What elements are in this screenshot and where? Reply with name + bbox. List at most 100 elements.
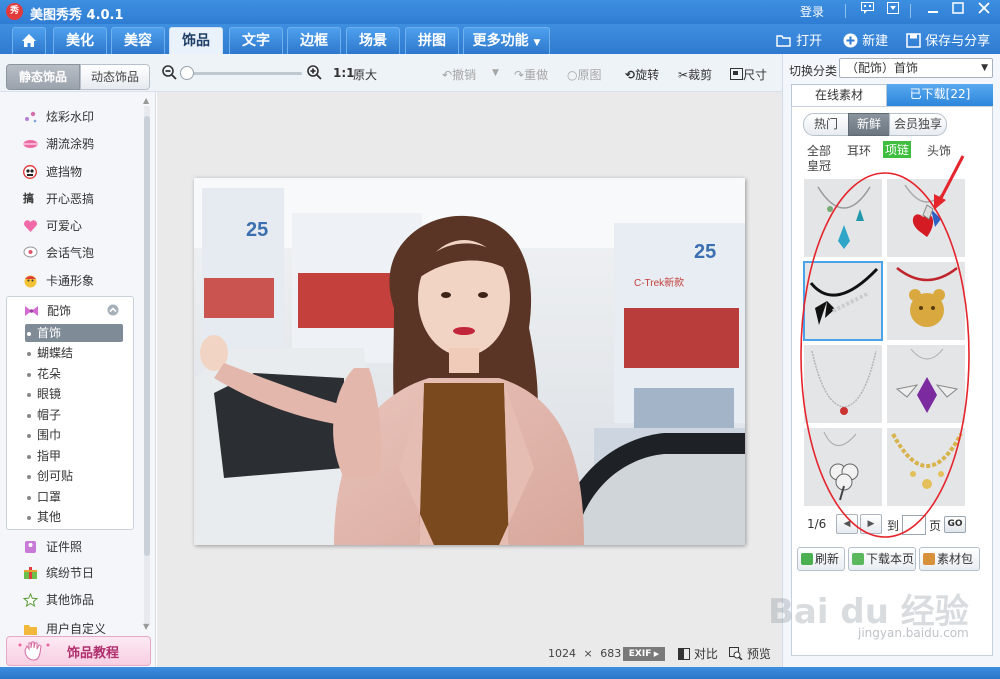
grid-item-pendant-gold-bear[interactable] — [886, 261, 966, 341]
crop-button[interactable]: ✂裁剪 — [678, 66, 712, 83]
preview-label: 预览 — [746, 647, 771, 661]
resize-button[interactable]: 尺寸 — [730, 66, 767, 83]
grid-item-necklace-gold-ornate[interactable] — [886, 427, 966, 507]
original-size-button[interactable]: 原大 — [353, 66, 377, 83]
accessory-tutorial-button[interactable]: 饰品教程 — [6, 636, 151, 666]
dynamic-accessories-toggle[interactable]: 动态饰品 — [80, 64, 150, 90]
category-label: 会话气泡 — [46, 246, 95, 260]
minimize-icon[interactable] — [922, 1, 944, 21]
go-button[interactable]: GO — [944, 516, 966, 533]
resize-icon — [730, 68, 743, 82]
page-number-input[interactable] — [902, 515, 926, 535]
subcategory-hats[interactable]: 帽子 — [27, 406, 61, 424]
open-button[interactable]: 打开 — [776, 30, 822, 49]
home-icon — [21, 34, 37, 52]
tab-online-materials[interactable]: 在线素材 — [791, 84, 887, 106]
undo-history-dropdown-icon[interactable]: ▼ — [492, 68, 499, 78]
subcategory-bandages[interactable]: 创可贴 — [27, 467, 73, 485]
new-button[interactable]: 新建 — [843, 30, 888, 49]
bow-icon — [24, 304, 39, 318]
next-page-button[interactable]: ▶ — [860, 514, 882, 534]
edited-photo[interactable]: 25 25 C-Trek新款 — [194, 178, 745, 545]
zoom-out-icon[interactable] — [162, 65, 177, 83]
exif-button[interactable]: EXIF ▶ — [623, 647, 665, 661]
subcategory-glasses[interactable]: 眼镜 — [27, 385, 61, 403]
subcategory-masks[interactable]: 口罩 — [27, 488, 61, 506]
scroll-down-arrow-icon[interactable]: ▼ — [143, 622, 149, 631]
collapse-up-icon[interactable] — [107, 304, 119, 319]
category-select[interactable]: （配饰）首饰 ▼ — [839, 58, 993, 78]
tab-frame[interactable]: 边框 — [287, 27, 341, 54]
preview-button[interactable]: 预览 — [729, 645, 771, 662]
chip-hot[interactable]: 热门 — [803, 113, 849, 136]
redo-button[interactable]: ↷重做 — [514, 66, 548, 83]
chip-members-only[interactable]: 会员独享 — [889, 113, 947, 136]
grid-item-necklace-black-bow[interactable] — [803, 261, 883, 341]
star-icon — [22, 592, 39, 608]
home-tab[interactable] — [12, 27, 46, 54]
category-select-value: （配饰）首饰 — [846, 61, 919, 75]
grid-item-necklace-blue-gems[interactable] — [803, 178, 883, 258]
refresh-button[interactable]: 刷新 — [797, 547, 845, 571]
tab-collage[interactable]: 拼图 — [405, 27, 459, 54]
chip-fresh[interactable]: 新鲜 — [848, 113, 890, 136]
tab-scene[interactable]: 场景 — [346, 27, 400, 54]
rotate-icon: ⟲ — [625, 68, 636, 82]
zoom-1to1-label[interactable]: 1:1 — [333, 66, 355, 80]
tab-beautify[interactable]: 美化 — [53, 27, 107, 54]
grid-item-necklace-red-heart-pendant[interactable] — [886, 178, 966, 258]
original-image-button[interactable]: ○原图 — [567, 66, 602, 83]
subcategory-other[interactable]: 其他 — [27, 508, 61, 526]
feedback-icon[interactable] — [856, 1, 878, 21]
subcategory-flowers[interactable]: 花朵 — [27, 365, 61, 383]
subcategory-jewelry[interactable]: 首饰 — [25, 324, 123, 342]
gift-icon — [23, 566, 38, 580]
zoom-in-icon[interactable] — [307, 65, 322, 83]
sparkle-icon — [23, 110, 38, 124]
tab-accessories[interactable]: 饰品 — [169, 27, 223, 54]
prev-page-button[interactable]: ◀ — [836, 514, 858, 534]
download-page-button[interactable]: 下载本页 — [848, 547, 916, 571]
static-accessories-toggle[interactable]: 静态饰品 — [6, 64, 80, 90]
filter-headwear[interactable]: 头饰 — [927, 142, 951, 159]
close-icon[interactable] — [973, 1, 995, 21]
filter-earrings[interactable]: 耳环 — [847, 142, 871, 159]
subcategory-bow[interactable]: 蝴蝶结 — [27, 344, 73, 362]
image-dimensions: 1024 × 683 — [548, 647, 621, 660]
photo-illustration: 25 25 C-Trek新款 — [194, 178, 745, 545]
cartoon-icon — [23, 274, 38, 288]
save-share-button[interactable]: 保存与分享 — [906, 30, 990, 49]
login-link[interactable]: 登录 — [800, 3, 824, 20]
grid-item-necklace-silver-chain[interactable] — [803, 344, 883, 424]
rotate-button[interactable]: ⟲旋转 — [625, 66, 659, 83]
subcategory-nails[interactable]: 指甲 — [27, 447, 61, 465]
subcategory-scarves[interactable]: 围巾 — [27, 426, 61, 444]
maximize-icon[interactable] — [947, 1, 969, 21]
compare-button[interactable]: 对比 — [678, 645, 718, 662]
grid-item-pendant-silver-clover[interactable] — [803, 427, 883, 507]
lips-icon — [23, 137, 38, 151]
bottom-status-strip — [0, 667, 1000, 679]
tab-text[interactable]: 文字 — [229, 27, 283, 54]
material-pack-button[interactable]: 素材包 — [919, 547, 980, 571]
menu-dropdown-icon[interactable] — [882, 1, 904, 21]
exif-arrow-icon: ▶ — [651, 650, 660, 658]
folder-open-icon — [776, 34, 792, 49]
redo-label: 重做 — [524, 68, 549, 82]
main-tab-bar: 美化 美容 饰品 文字 边框 场景 拼图 更多功能 ▼ 打开 新建 保存与分享 — [0, 24, 1000, 54]
filter-necklace[interactable]: 项链 — [883, 141, 912, 158]
tab-beauty[interactable]: 美容 — [111, 27, 165, 54]
undo-label: 撤销 — [452, 68, 477, 82]
left-scrollbar-thumb[interactable] — [144, 116, 150, 556]
grid-item-pendant-purple-gem[interactable] — [886, 344, 966, 424]
tab-downloaded[interactable]: 已下载[22] — [887, 84, 993, 106]
filter-crown[interactable]: 皇冠 — [807, 157, 831, 174]
new-label: 新建 — [862, 34, 889, 49]
tab-more-features[interactable]: 更多功能 ▼ — [463, 27, 550, 54]
zoom-slider-track[interactable] — [182, 72, 302, 75]
material-pack-label: 素材包 — [937, 552, 974, 566]
zoom-slider-thumb[interactable] — [180, 66, 194, 80]
undo-button[interactable]: ↶撤销 — [442, 66, 476, 83]
chevron-right-icon: ▶ — [867, 519, 875, 529]
scroll-up-arrow-icon[interactable]: ▲ — [143, 96, 149, 105]
